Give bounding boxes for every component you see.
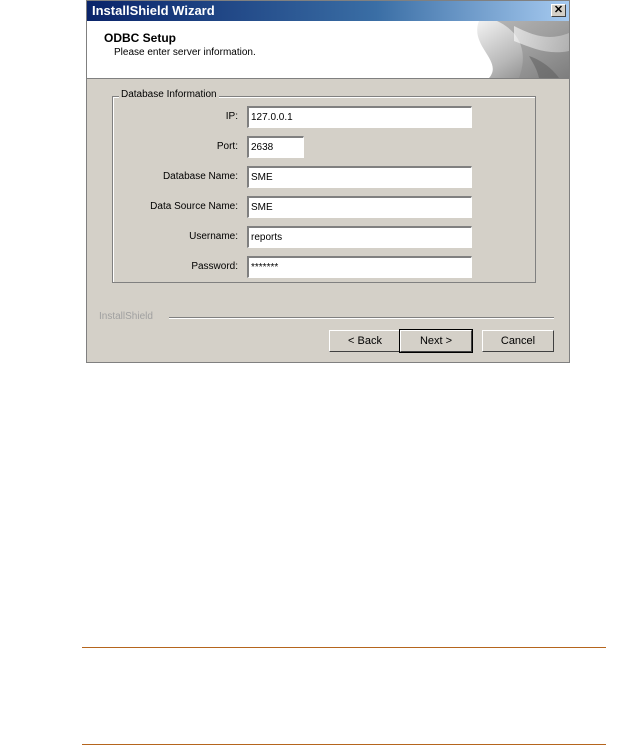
title-bar[interactable]: InstallShield Wizard ✕ xyxy=(87,1,569,21)
installshield-branding: InstallShield xyxy=(99,311,554,322)
next-button[interactable]: Next > xyxy=(399,329,473,353)
page-subtitle: Please enter server information. xyxy=(114,47,256,58)
database-name-label: Database Name: xyxy=(162,171,238,182)
page: InstallShield Wizard ✕ ODBC Setup Please… xyxy=(0,0,642,753)
brand-label: InstallShield xyxy=(99,311,153,322)
document-divider-bottom xyxy=(82,744,606,745)
wizard-header: ODBC Setup Please enter server informati… xyxy=(87,21,569,79)
username-label: Username: xyxy=(189,231,238,242)
close-button[interactable]: ✕ xyxy=(551,4,566,17)
close-icon: ✕ xyxy=(553,4,564,16)
ip-field[interactable] xyxy=(247,106,472,128)
wizard-banner-art-icon xyxy=(477,21,569,78)
port-label: Port: xyxy=(216,141,238,152)
page-title: ODBC Setup xyxy=(104,31,176,45)
password-field[interactable] xyxy=(247,256,472,278)
installshield-dialog: InstallShield Wizard ✕ ODBC Setup Please… xyxy=(86,0,570,363)
ip-label: IP: xyxy=(225,111,238,122)
document-divider-top xyxy=(82,647,606,648)
window-title: InstallShield Wizard xyxy=(92,3,215,18)
data-source-name-label: Data Source Name: xyxy=(150,201,238,212)
cancel-button[interactable]: Cancel xyxy=(482,330,554,352)
port-field[interactable] xyxy=(247,136,304,158)
group-legend: Database Information xyxy=(119,89,219,100)
brand-divider xyxy=(169,317,554,319)
database-name-field[interactable] xyxy=(247,166,472,188)
username-field[interactable] xyxy=(247,226,472,248)
password-label: Password: xyxy=(191,261,238,272)
data-source-name-field[interactable] xyxy=(247,196,472,218)
back-button[interactable]: < Back xyxy=(329,330,401,352)
